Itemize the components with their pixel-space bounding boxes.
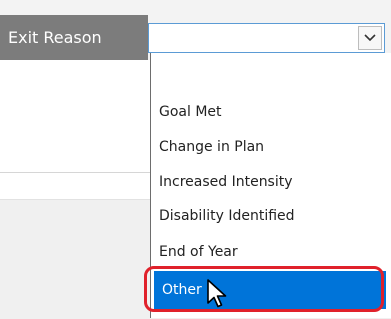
form-panel: Exit Reason Goal Met Change in Plan Incr… bbox=[0, 0, 391, 319]
dropdown-option-other[interactable]: Other bbox=[154, 271, 386, 309]
exit-reason-dropdown-list: Goal Met Change in Plan Increased Intens… bbox=[150, 53, 391, 318]
select-current-value bbox=[155, 24, 354, 52]
dropdown-option-goal-met[interactable]: Goal Met bbox=[151, 95, 391, 129]
dropdown-option-blank[interactable] bbox=[151, 53, 391, 93]
exit-reason-select[interactable] bbox=[148, 23, 385, 53]
dropdown-option-change-in-plan[interactable]: Change in Plan bbox=[151, 130, 391, 164]
dropdown-option-increased-intensity[interactable]: Increased Intensity bbox=[151, 165, 391, 199]
dropdown-option-disability-identified[interactable]: Disability Identified bbox=[151, 199, 391, 233]
dropdown-option-end-of-year[interactable]: End of Year bbox=[151, 235, 391, 269]
chevron-down-icon[interactable] bbox=[358, 26, 382, 50]
exit-reason-label: Exit Reason bbox=[0, 15, 148, 60]
